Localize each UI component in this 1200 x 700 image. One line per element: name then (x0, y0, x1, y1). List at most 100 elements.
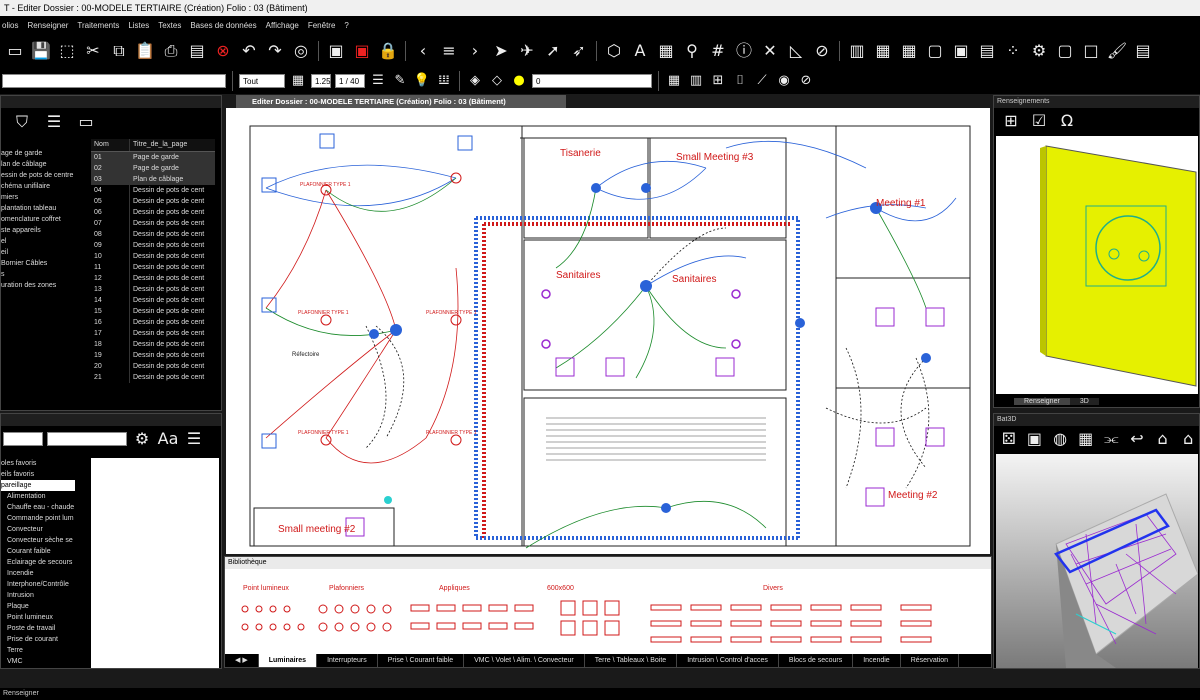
pen-icon[interactable]: ✎ (391, 72, 409, 90)
library-symbols[interactable] (231, 597, 987, 651)
brick-icon[interactable]: ▦ (1075, 428, 1097, 450)
prev-icon[interactable]: ‹ (412, 40, 434, 62)
table-row[interactable]: 10 Dessin de pots de cent (91, 251, 215, 262)
symbol-category[interactable]: Courant faible (1, 546, 75, 557)
tree-item[interactable]: omenclature coffret (1, 214, 87, 225)
calendar-icon[interactable]: ▦ (655, 40, 677, 62)
brush-icon[interactable]: 🖌 (1106, 40, 1128, 62)
path-icon[interactable]: ⫘ (1101, 428, 1123, 450)
door-icon[interactable]: ⌷ (731, 72, 749, 90)
tree-item[interactable]: Bornier Câbles (1, 258, 87, 269)
tree-item[interactable]: miers (1, 192, 87, 203)
table-row[interactable]: 12 Dessin de pots de cent (91, 273, 215, 284)
table-row[interactable]: 21 Dessin de pots de cent (91, 372, 215, 383)
cross-icon[interactable]: ✕ (759, 40, 781, 62)
tab-incendie[interactable]: Incendie (853, 654, 901, 667)
menu-listes[interactable]: Listes (128, 21, 149, 30)
drawing-tab[interactable]: Editer Dossier : 00-MODELE TERTIAIRE (Cr… (236, 95, 566, 108)
panel6-icon[interactable]: ▤ (976, 40, 998, 62)
panel-icon[interactable]: ▥ (846, 40, 868, 62)
table-row[interactable]: 02 Page de garde (91, 163, 215, 174)
layer-filter-select[interactable]: Tout (239, 74, 285, 88)
symbol-category[interactable]: Poste de travail (1, 623, 75, 634)
next-icon[interactable]: › (464, 40, 486, 62)
table-row[interactable]: 04 Dessin de pots de cent (91, 185, 215, 196)
lock-icon[interactable]: 🔒 (377, 40, 399, 62)
list-icon[interactable]: ≡ (438, 40, 460, 62)
gear-icon[interactable]: ⚙ (131, 428, 153, 450)
roll-icon[interactable]: ◍ (1049, 428, 1071, 450)
panel2-icon[interactable]: ▦ (872, 40, 894, 62)
symbol-category[interactable]: VMC (1, 656, 75, 667)
tab-nav-left[interactable]: ◀ ▶ (225, 654, 259, 667)
window-red-icon[interactable]: ▣ (351, 40, 373, 62)
table-row[interactable]: 16 Dessin de pots de cent (91, 317, 215, 328)
undo-icon[interactable]: ↶ (238, 40, 260, 62)
save-icon[interactable]: 💾 (30, 40, 52, 62)
window-icon[interactable]: ▣ (325, 40, 347, 62)
font-icon[interactable]: Aa (157, 428, 179, 450)
table-row[interactable]: 03 Plan de câblage (91, 174, 215, 185)
cut-icon[interactable]: ✂ (82, 40, 104, 62)
redo-icon[interactable]: ↷ (264, 40, 286, 62)
panel4-icon[interactable]: ▢ (924, 40, 946, 62)
table-row[interactable]: 13 Dessin de pots de cent (91, 284, 215, 295)
table-row[interactable]: 09 Dessin de pots de cent (91, 240, 215, 251)
table-row[interactable]: 11 Dessin de pots de cent (91, 262, 215, 273)
table-row[interactable]: 19 Dessin de pots de cent (91, 350, 215, 361)
tree-item[interactable]: chéma unifilaire (1, 181, 87, 192)
subcategory-select[interactable] (47, 432, 127, 446)
table-row[interactable]: 18 Dessin de pots de cent (91, 339, 215, 350)
symbol-category[interactable]: Intrusion (1, 590, 75, 601)
omega-icon[interactable]: Ω (1056, 110, 1078, 132)
table-row[interactable]: 05 Dessin de pots de cent (91, 196, 215, 207)
wall-icon[interactable]: 𝍔 (435, 72, 453, 90)
pdf-icon[interactable]: ▤ (186, 40, 208, 62)
col-nom[interactable]: Nom (91, 139, 129, 151)
symbol-category[interactable]: Interphone/Contrôle (1, 579, 75, 590)
shapes-icon[interactable]: ⬡ (603, 40, 625, 62)
panel5-icon[interactable]: ▣ (950, 40, 972, 62)
symbol-category[interactable]: Eclairage de secours (1, 557, 75, 568)
send-icon[interactable]: ✈ (516, 40, 538, 62)
arrow-icon[interactable]: ↩ (1126, 428, 1148, 450)
tab-terre[interactable]: Terre \ Tableaux \ Boite (585, 654, 678, 667)
tree-item[interactable]: s (1, 269, 87, 280)
col-titre[interactable]: Titre_de_la_page (129, 139, 211, 151)
copy-icon[interactable]: ⧉ (108, 40, 130, 62)
pin-icon[interactable]: ⚲ (681, 40, 703, 62)
wall2-icon[interactable]: ▥ (687, 72, 705, 90)
tab-interrupteurs[interactable]: Interrupteurs (317, 654, 378, 667)
tab-3d[interactable]: 3D (1069, 398, 1099, 405)
tab-luminaires[interactable]: Luminaires (258, 654, 318, 667)
menu-traitements[interactable]: Traitements (77, 21, 119, 30)
symbol-category[interactable]: Plaque (1, 601, 75, 612)
eye-icon[interactable]: ◉ (775, 72, 793, 90)
dots-icon[interactable]: ⁘ (1002, 40, 1024, 62)
menu-affichage[interactable]: Affichage (266, 21, 299, 30)
paste-icon[interactable]: 📋 (134, 40, 156, 62)
select-icon[interactable]: ⬚ (56, 40, 78, 62)
ruler-icon[interactable]: ◺ (785, 40, 807, 62)
hide2-icon[interactable]: ⊘ (797, 72, 815, 90)
tree-item[interactable]: lan de câblage (1, 159, 87, 170)
symbol-category[interactable]: Convecteur sèche se (1, 535, 75, 546)
table-row[interactable]: 20 Dessin de pots de cent (91, 361, 215, 372)
folder-icon[interactable]: ▭ (4, 40, 26, 62)
panel3-icon[interactable]: ▦ (898, 40, 920, 62)
check-icon[interactable]: ☑ (1028, 110, 1050, 132)
menu-folios[interactable]: olios (2, 21, 18, 30)
ratio-field[interactable]: 1 / 40 (335, 74, 365, 88)
table-row[interactable]: 01 Page de garde (91, 152, 215, 163)
layers-icon[interactable]: ◈ (466, 72, 484, 90)
tree-item[interactable]: plantation tableau (1, 203, 87, 214)
grid-icon[interactable]: ▦ (289, 72, 307, 90)
hide-icon[interactable]: ⊘ (811, 40, 833, 62)
bulb-icon[interactable]: 💡 (413, 72, 431, 90)
grid-icon[interactable]: # (707, 40, 729, 62)
symbol-category[interactable]: oles favoris (1, 458, 75, 469)
tab-renseigner[interactable]: Renseigner (1014, 398, 1070, 405)
print-icon[interactable]: ⎙ (160, 40, 182, 62)
tree-item[interactable]: essin de pots de centre (1, 170, 87, 181)
text-icon[interactable]: A (629, 40, 651, 62)
